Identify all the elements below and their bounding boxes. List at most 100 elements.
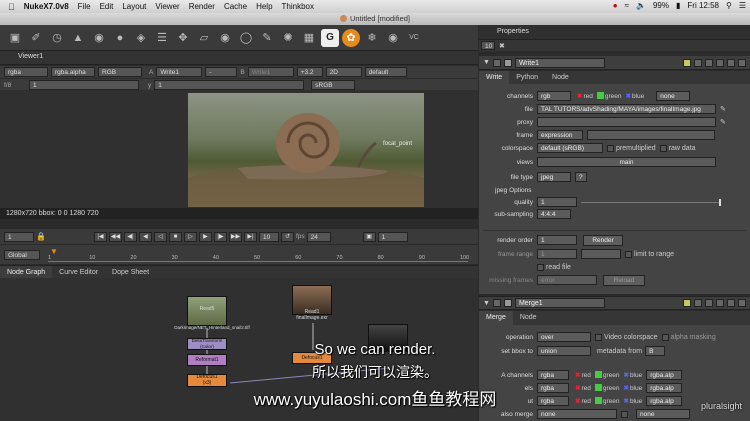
next-increment-button[interactable]: |▶ bbox=[213, 231, 227, 242]
channel-blue-toggle[interactable]: ✖blue bbox=[625, 92, 644, 100]
input-mid-dropdown[interactable]: - bbox=[205, 67, 238, 77]
plugin-icon[interactable]: ❄ bbox=[363, 29, 381, 47]
furnace-icon[interactable]: ✿ bbox=[342, 28, 360, 47]
write1-collapse-icon[interactable]: ▼ bbox=[483, 59, 490, 66]
merge1-float-icon[interactable] bbox=[492, 299, 501, 307]
y-field[interactable]: 1 bbox=[154, 80, 305, 90]
fps-field[interactable]: 24 bbox=[306, 231, 331, 242]
raw-data-checkbox[interactable] bbox=[659, 144, 667, 152]
file-path-field[interactable]: TAL TUTORS/advShading/MAYA/images/finalI… bbox=[537, 104, 716, 114]
channel-extra-dropdown[interactable]: none bbox=[656, 91, 691, 101]
merge1-redo-icon[interactable] bbox=[705, 299, 713, 307]
deep-nodes-icon[interactable]: ◉ bbox=[216, 29, 234, 47]
alpha-masking-checkbox[interactable] bbox=[661, 333, 669, 341]
loop-button[interactable]: ↺ bbox=[280, 231, 294, 242]
channel-green-toggle[interactable]: green bbox=[596, 92, 621, 100]
file-browse-icon[interactable]: ✎ bbox=[720, 105, 726, 113]
colorspace-dropdown[interactable]: default (sRGB) bbox=[537, 143, 603, 153]
prev-key-button[interactable]: ◀◀ bbox=[108, 231, 122, 242]
also-merge-dropdown[interactable]: none bbox=[537, 409, 617, 419]
merge1-help-icon[interactable] bbox=[727, 299, 735, 307]
frame-expression-field[interactable] bbox=[587, 130, 715, 140]
play-backward-button[interactable]: ◁ bbox=[153, 231, 167, 242]
missing-frames-dropdown[interactable]: error bbox=[537, 275, 597, 285]
proxy-browse-icon[interactable]: ✎ bbox=[720, 118, 726, 126]
tab-write[interactable]: Write bbox=[479, 71, 510, 84]
draw-nodes-icon[interactable]: ✐ bbox=[27, 29, 45, 47]
particles-nodes-icon[interactable]: ✺ bbox=[279, 29, 297, 47]
proxy-mode-dropdown[interactable]: default bbox=[364, 67, 407, 77]
merge1-close-icon[interactable] bbox=[738, 299, 746, 307]
channels-dropdown[interactable]: rgb bbox=[537, 91, 571, 101]
menu-app-name[interactable]: NukeX7.0v8 bbox=[24, 2, 69, 11]
record-icon[interactable]: ● bbox=[613, 1, 618, 10]
write1-revert-icon[interactable] bbox=[716, 58, 724, 67]
time-nodes-icon[interactable]: ◷ bbox=[48, 29, 66, 47]
input-b-dropdown[interactable]: Write1 bbox=[247, 67, 294, 77]
views-nodes-icon[interactable]: ◯ bbox=[237, 29, 255, 47]
start-frame-field[interactable]: 1 bbox=[4, 231, 34, 242]
step-field[interactable]: 10 bbox=[258, 231, 279, 242]
toolsets-icon[interactable]: ▦ bbox=[300, 29, 318, 47]
write1-name-field[interactable]: Write1 bbox=[514, 57, 605, 68]
file-type-help-button[interactable]: ? bbox=[575, 172, 587, 182]
subsampling-dropdown[interactable]: 4:4:4 bbox=[537, 209, 571, 219]
channel-nodes-icon[interactable]: ▲ bbox=[69, 29, 87, 47]
write1-float-icon[interactable] bbox=[492, 58, 501, 67]
merge1-collapse-icon[interactable]: ▼ bbox=[483, 300, 490, 307]
frame-field[interactable]: 1 bbox=[29, 80, 139, 90]
write1-center-icon[interactable] bbox=[683, 58, 691, 67]
frame-mode-dropdown[interactable]: expression bbox=[537, 130, 583, 140]
quality-slider-handle[interactable] bbox=[719, 198, 721, 206]
prev-frame-button[interactable]: ◀ bbox=[138, 231, 152, 242]
filter-nodes-icon[interactable]: ● bbox=[111, 29, 129, 47]
tab-node-graph[interactable]: Node Graph bbox=[0, 266, 53, 278]
transform-nodes-icon[interactable]: ✥ bbox=[174, 29, 192, 47]
menu-edit[interactable]: Edit bbox=[100, 2, 114, 11]
stop-button[interactable]: ■ bbox=[168, 231, 182, 242]
premultiplied-checkbox[interactable] bbox=[607, 144, 614, 152]
search-icon[interactable]: ⚲ bbox=[726, 1, 732, 10]
keyer-nodes-icon[interactable]: ◈ bbox=[132, 29, 150, 47]
menu-thinkbox[interactable]: Thinkbox bbox=[282, 2, 314, 11]
write1-redo-icon[interactable] bbox=[705, 58, 713, 67]
first-frame-button[interactable]: |◀ bbox=[93, 231, 107, 242]
fstop-label[interactable]: f/8 bbox=[4, 82, 26, 89]
proxy-path-field[interactable] bbox=[537, 117, 716, 127]
render-button[interactable]: Render bbox=[583, 234, 623, 246]
vc-icon[interactable]: VC bbox=[405, 29, 423, 47]
menu-file[interactable]: File bbox=[78, 2, 91, 11]
apple-icon[interactable]:  bbox=[8, 2, 15, 12]
views-dropdown[interactable]: main bbox=[537, 157, 716, 167]
range-mode-dropdown[interactable]: Global bbox=[4, 249, 40, 260]
video-colorspace-checkbox[interactable] bbox=[595, 333, 602, 341]
write1-close-icon[interactable] bbox=[738, 58, 746, 67]
menu-render[interactable]: Render bbox=[189, 2, 215, 11]
merge1-center-icon[interactable] bbox=[683, 299, 691, 307]
merge1-node-color-icon[interactable] bbox=[503, 299, 512, 307]
last-frame-button[interactable]: ▶| bbox=[243, 231, 257, 242]
merge1-name-field[interactable]: Merge1 bbox=[514, 298, 605, 308]
image-nodes-icon[interactable]: ▣ bbox=[6, 29, 24, 47]
viewer-channels-dropdown[interactable]: rgba bbox=[4, 67, 48, 77]
read-file-checkbox[interactable] bbox=[537, 263, 544, 271]
quality-slider[interactable] bbox=[581, 198, 721, 206]
menu-cache[interactable]: Cache bbox=[224, 2, 247, 11]
lut-dropdown[interactable]: sRGB bbox=[311, 80, 356, 90]
input-a-dropdown[interactable]: Write1 bbox=[156, 67, 203, 77]
max-panels-field[interactable]: 10 bbox=[481, 41, 495, 50]
play-forward-button[interactable]: ▷ bbox=[183, 231, 197, 242]
tab-write-node[interactable]: Node bbox=[545, 71, 576, 84]
limit-to-range-checkbox[interactable] bbox=[625, 250, 632, 258]
write1-undo-icon[interactable] bbox=[694, 58, 702, 67]
menu-help[interactable]: Help bbox=[256, 2, 272, 11]
tab-dope-sheet[interactable]: Dope Sheet bbox=[105, 266, 156, 278]
write1-node-color-icon[interactable] bbox=[503, 58, 512, 67]
frame-range-start-field[interactable]: 1 bbox=[537, 249, 577, 259]
reload-button[interactable]: Reload bbox=[603, 274, 645, 286]
color-nodes-icon[interactable]: ◉ bbox=[90, 29, 108, 47]
file-type-dropdown[interactable]: jpeg bbox=[537, 172, 571, 182]
also-merge-checkbox[interactable] bbox=[621, 410, 628, 418]
tab-python[interactable]: Python bbox=[509, 71, 545, 84]
gizmo-g-icon[interactable]: G bbox=[321, 28, 339, 47]
